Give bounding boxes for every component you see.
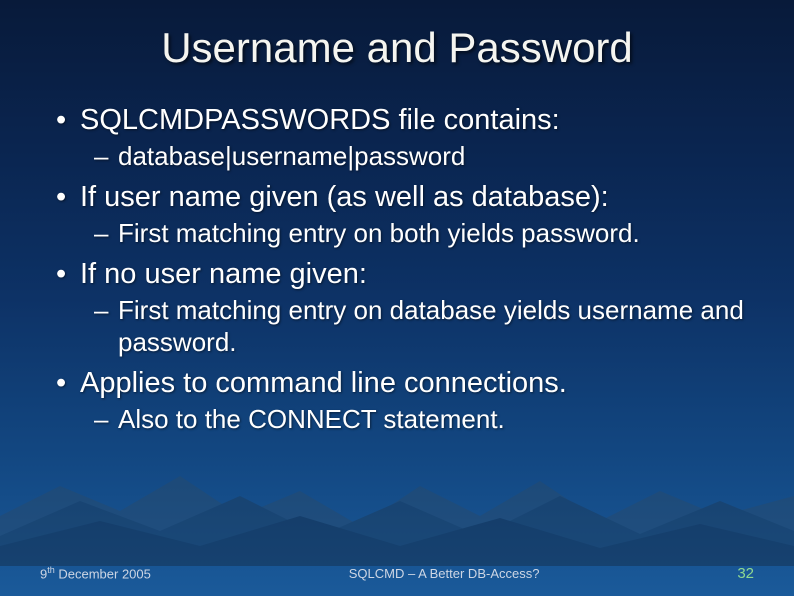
bullet-item: If user name given (as well as database)… bbox=[50, 179, 744, 250]
slide: Username and Password SQLCMDPASSWORDS fi… bbox=[0, 0, 794, 596]
slide-content: SQLCMDPASSWORDS file contains: database|… bbox=[0, 72, 794, 436]
bullet-item: If no user name given: First matching en… bbox=[50, 256, 744, 359]
title-area: Username and Password bbox=[0, 0, 794, 72]
sub-bullet-text: First matching entry on both yields pass… bbox=[118, 218, 640, 248]
footer-title: SQLCMD – A Better DB-Access? bbox=[151, 566, 737, 581]
bullet-text: If no user name given: bbox=[80, 258, 367, 290]
slide-title: Username and Password bbox=[161, 24, 633, 72]
sub-bullet-text: First matching entry on database yields … bbox=[118, 295, 744, 358]
footer-date-rest: December 2005 bbox=[55, 566, 151, 581]
mountain-decoration bbox=[0, 446, 794, 566]
footer-date-ord: th bbox=[47, 565, 55, 575]
bullet-text: SQLCMDPASSWORDS file contains: bbox=[80, 104, 560, 136]
sub-bullet-list: First matching entry on database yields … bbox=[80, 294, 744, 359]
sub-bullet-item: database|username|password bbox=[80, 140, 744, 173]
sub-bullet-list: First matching entry on both yields pass… bbox=[80, 217, 744, 250]
sub-bullet-text: Also to the CONNECT statement. bbox=[118, 404, 505, 434]
bullet-item: SQLCMDPASSWORDS file contains: database|… bbox=[50, 102, 744, 173]
slide-footer: 9th December 2005 SQLCMD – A Better DB-A… bbox=[0, 565, 794, 582]
sub-bullet-item: First matching entry on both yields pass… bbox=[80, 217, 744, 250]
sub-bullet-item: Also to the CONNECT statement. bbox=[80, 403, 744, 436]
bullet-item: Applies to command line connections. Als… bbox=[50, 365, 744, 436]
footer-date: 9th December 2005 bbox=[40, 565, 151, 581]
bullet-list: SQLCMDPASSWORDS file contains: database|… bbox=[50, 102, 744, 436]
bullet-text: If user name given (as well as database)… bbox=[80, 181, 609, 213]
sub-bullet-list: Also to the CONNECT statement. bbox=[80, 403, 744, 436]
sub-bullet-text: database|username|password bbox=[118, 141, 465, 171]
bullet-text: Applies to command line connections. bbox=[80, 367, 567, 399]
sub-bullet-item: First matching entry on database yields … bbox=[80, 294, 744, 359]
sub-bullet-list: database|username|password bbox=[80, 140, 744, 173]
page-number: 32 bbox=[737, 565, 754, 582]
